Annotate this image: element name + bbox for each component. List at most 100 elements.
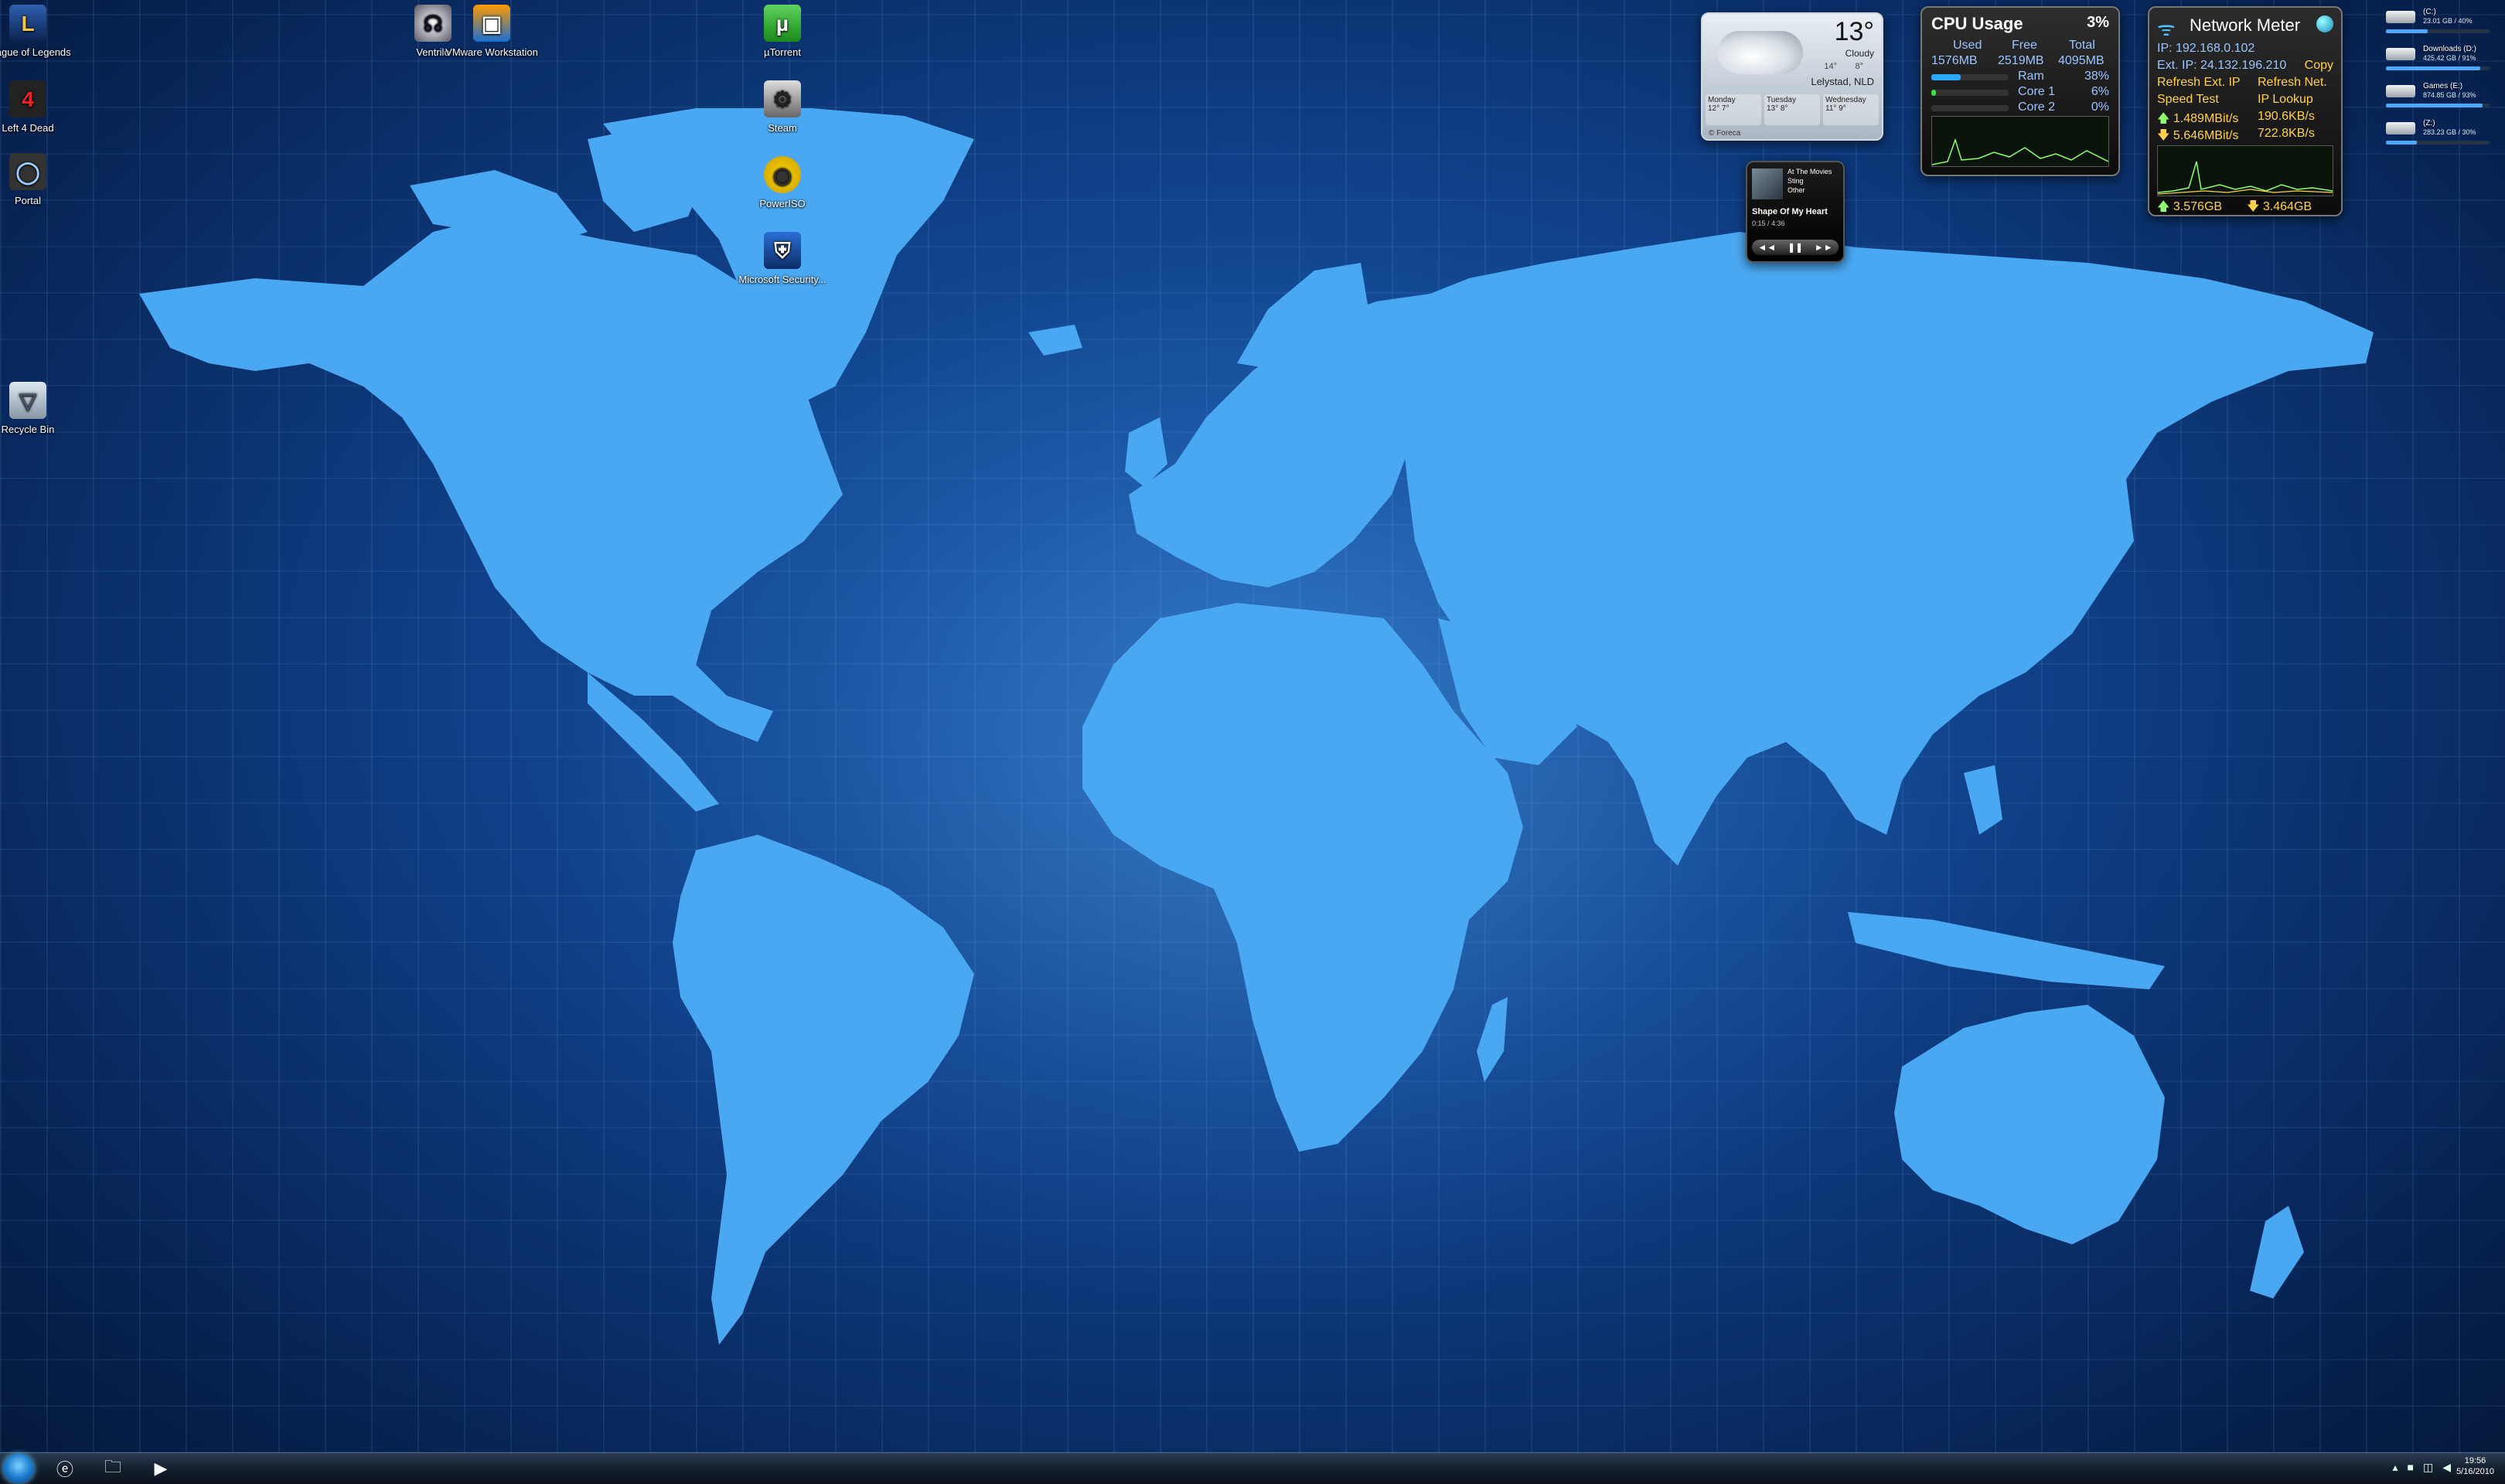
- cpu-header-free: Free: [2012, 39, 2037, 52]
- track-meta: At The Movies Sting Other: [1788, 167, 1832, 195]
- wifi-icon: ᯤ: [2157, 17, 2176, 40]
- philippines-shape: [1964, 765, 2002, 835]
- previous-track-button[interactable]: ◄◄: [1757, 242, 1776, 253]
- tray-network-icon[interactable]: ◫: [2423, 1461, 2433, 1474]
- tray-arrow-icon[interactable]: ▴: [2392, 1461, 2398, 1474]
- upload-total-arrow-icon: 🡅: [2157, 200, 2170, 213]
- desktop-icon-recycle-bin[interactable]: ▽ Recycle Bin: [0, 382, 82, 435]
- cpu-percent: 3%: [2087, 14, 2109, 31]
- copy-ip-button[interactable]: Copy: [2305, 59, 2333, 73]
- media-player-gadget[interactable]: At The Movies Sting Other Shape Of My He…: [1746, 161, 1845, 263]
- media-player-taskbar-icon[interactable]: ▶: [139, 1455, 182, 1482]
- weather-gadget[interactable]: 13° Cloudy 14° 8° Lelystad, NLD Monday 1…: [1701, 12, 1883, 141]
- ram-bar-fill: [1931, 74, 1961, 80]
- forecast-day-name: Tuesday: [1767, 96, 1796, 104]
- drives-gadget[interactable]: (C:) 23.01 GB / 40% Downloads (D:) 425.4…: [2383, 6, 2499, 155]
- desktop-icon-label: Recycle Bin: [1, 424, 55, 435]
- forecast-day: Monday 12° 7°: [1706, 94, 1761, 125]
- desktop-icon-label: Steam: [768, 122, 797, 134]
- weather-city: Lelystad, NLD: [1811, 76, 1874, 87]
- globe-icon[interactable]: [2316, 15, 2333, 32]
- track-title: Shape Of My Heart: [1752, 207, 1828, 216]
- refresh-net-button[interactable]: Refresh Net.: [2258, 76, 2327, 90]
- desktop-icon-label: Left 4 Dead: [2, 122, 54, 134]
- desktop-icon-portal[interactable]: ◯ Portal: [0, 153, 82, 206]
- core1-bar: [1931, 90, 2009, 96]
- upload-kb: 190.6KB/s: [2258, 110, 2315, 123]
- weather-low: 8°: [1855, 62, 1863, 71]
- download-total: 🡇 3.464GB: [2247, 198, 2312, 215]
- tray-security-icon[interactable]: ■: [2408, 1461, 2414, 1474]
- desktop-icon-microsoft-security[interactable]: ⛨ Microsoft Security...: [728, 232, 837, 285]
- recycle-bin-icon: ▽: [9, 382, 46, 419]
- upload-total: 🡅 3.576GB: [2157, 198, 2222, 215]
- weather-source[interactable]: © Foreca: [1709, 129, 1740, 138]
- drive-usage-bar: [2386, 66, 2490, 70]
- network-graph: [2157, 145, 2333, 196]
- forecast-day: Wednesday 11° 9°: [1823, 94, 1879, 125]
- network-title: Network Meter: [2190, 15, 2301, 35]
- cloudy-weather-icon: [1718, 31, 1803, 74]
- core1-label: Core 1: [2018, 85, 2056, 98]
- forecast-day-low: 8°: [1780, 104, 1788, 113]
- new-zealand-shape: [2250, 1206, 2304, 1298]
- portal-icon: ◯: [9, 153, 46, 190]
- world-map-wallpaper: [139, 108, 2374, 1345]
- download-total-value: 3.464GB: [2262, 200, 2312, 213]
- internet-explorer-taskbar-icon[interactable]: ⓔ: [43, 1455, 87, 1482]
- forecast-day-high: 13°: [1767, 104, 1779, 113]
- desktop-icon-poweriso[interactable]: ◉ PowerISO: [728, 156, 837, 209]
- desktop-icon-left-4-dead[interactable]: 4 Left 4 Dead: [0, 80, 82, 134]
- core1-bar-fill: [1931, 90, 1936, 96]
- forecast-day-name: Monday: [1708, 96, 1736, 104]
- forecast-day-low: 7°: [1721, 104, 1730, 113]
- weather-high: 14°: [1824, 62, 1837, 71]
- cpu-used-value: 1576MB: [1931, 54, 1978, 67]
- desktop-icon-label: PowerISO: [759, 198, 806, 209]
- drive-usage-bar: [2386, 29, 2490, 33]
- left-4-dead-icon: 4: [9, 80, 46, 117]
- clock-time: 19:56: [2464, 1456, 2486, 1465]
- start-button[interactable]: [3, 1454, 34, 1483]
- hard-drive-icon: [2386, 122, 2415, 134]
- tray-volume-icon[interactable]: ◀: [2442, 1461, 2451, 1474]
- desktop-icon-league-of-legends[interactable]: L League of Legends: [0, 5, 82, 58]
- drive-name: (Z:): [2423, 119, 2435, 128]
- drive-name: (C:): [2423, 8, 2436, 16]
- hard-drive-icon: [2386, 11, 2415, 23]
- refresh-ext-ip-button[interactable]: Refresh Ext. IP: [2157, 76, 2241, 90]
- weather-condition: Cloudy: [1845, 48, 1874, 59]
- pause-button[interactable]: ❚❚: [1788, 242, 1803, 253]
- forecast-day-high: 11°: [1825, 104, 1837, 113]
- utorrent-icon: µ: [764, 5, 801, 42]
- south-america-shape: [673, 835, 974, 1345]
- cpu-header-used: Used: [1953, 39, 1982, 52]
- drive-item[interactable]: (Z:) 283.23 GB / 30%: [2383, 117, 2499, 155]
- forecast-day-low: 9°: [1839, 104, 1846, 113]
- drive-item[interactable]: (C:) 23.01 GB / 40%: [2383, 6, 2499, 43]
- desktop-icon-utorrent[interactable]: µ µTorrent: [728, 5, 837, 58]
- taskbar-clock[interactable]: 19:56 5/16/2010: [2456, 1455, 2494, 1477]
- core2-bar: [1931, 105, 2009, 111]
- upload-arrow-icon: 🡅: [2157, 112, 2170, 125]
- weather-temperature: 13°: [1834, 17, 1874, 46]
- poweriso-icon: ◉: [764, 156, 801, 193]
- file-explorer-taskbar-icon[interactable]: 🗀: [91, 1455, 135, 1482]
- forecast-day-name: Wednesday: [1825, 96, 1866, 104]
- drive-item[interactable]: Games (E:) 874.85 GB / 93%: [2383, 80, 2499, 117]
- iceland-shape: [1028, 325, 1082, 356]
- speed-test-button[interactable]: Speed Test: [2157, 93, 2219, 107]
- weather-forecast: Monday 12° 7° Tuesday 13° 8° Wednesday 1…: [1706, 94, 1879, 125]
- ip-lookup-button[interactable]: IP Lookup: [2258, 93, 2313, 107]
- desktop-icon-steam[interactable]: ⚙ Steam: [728, 80, 837, 134]
- desktop-icon-vmware[interactable]: ▣ VMware Workstation: [438, 5, 546, 58]
- drive-item[interactable]: Downloads (D:) 425.42 GB / 91%: [2383, 43, 2499, 80]
- league-of-legends-icon: L: [9, 5, 46, 42]
- cpu-usage-gadget[interactable]: CPU Usage 3% Used Free Total 1576MB 2519…: [1920, 6, 2120, 176]
- vmware-icon: ▣: [473, 5, 510, 42]
- next-track-button[interactable]: ►►: [1815, 242, 1833, 253]
- track-artist: Sting: [1788, 177, 1804, 185]
- core1-value: 6%: [2091, 85, 2109, 98]
- network-meter-gadget[interactable]: ᯤ Network Meter IP: 192.168.0.102 Ext. I…: [2148, 6, 2343, 216]
- drive-info: 425.42 GB / 91%: [2423, 54, 2476, 62]
